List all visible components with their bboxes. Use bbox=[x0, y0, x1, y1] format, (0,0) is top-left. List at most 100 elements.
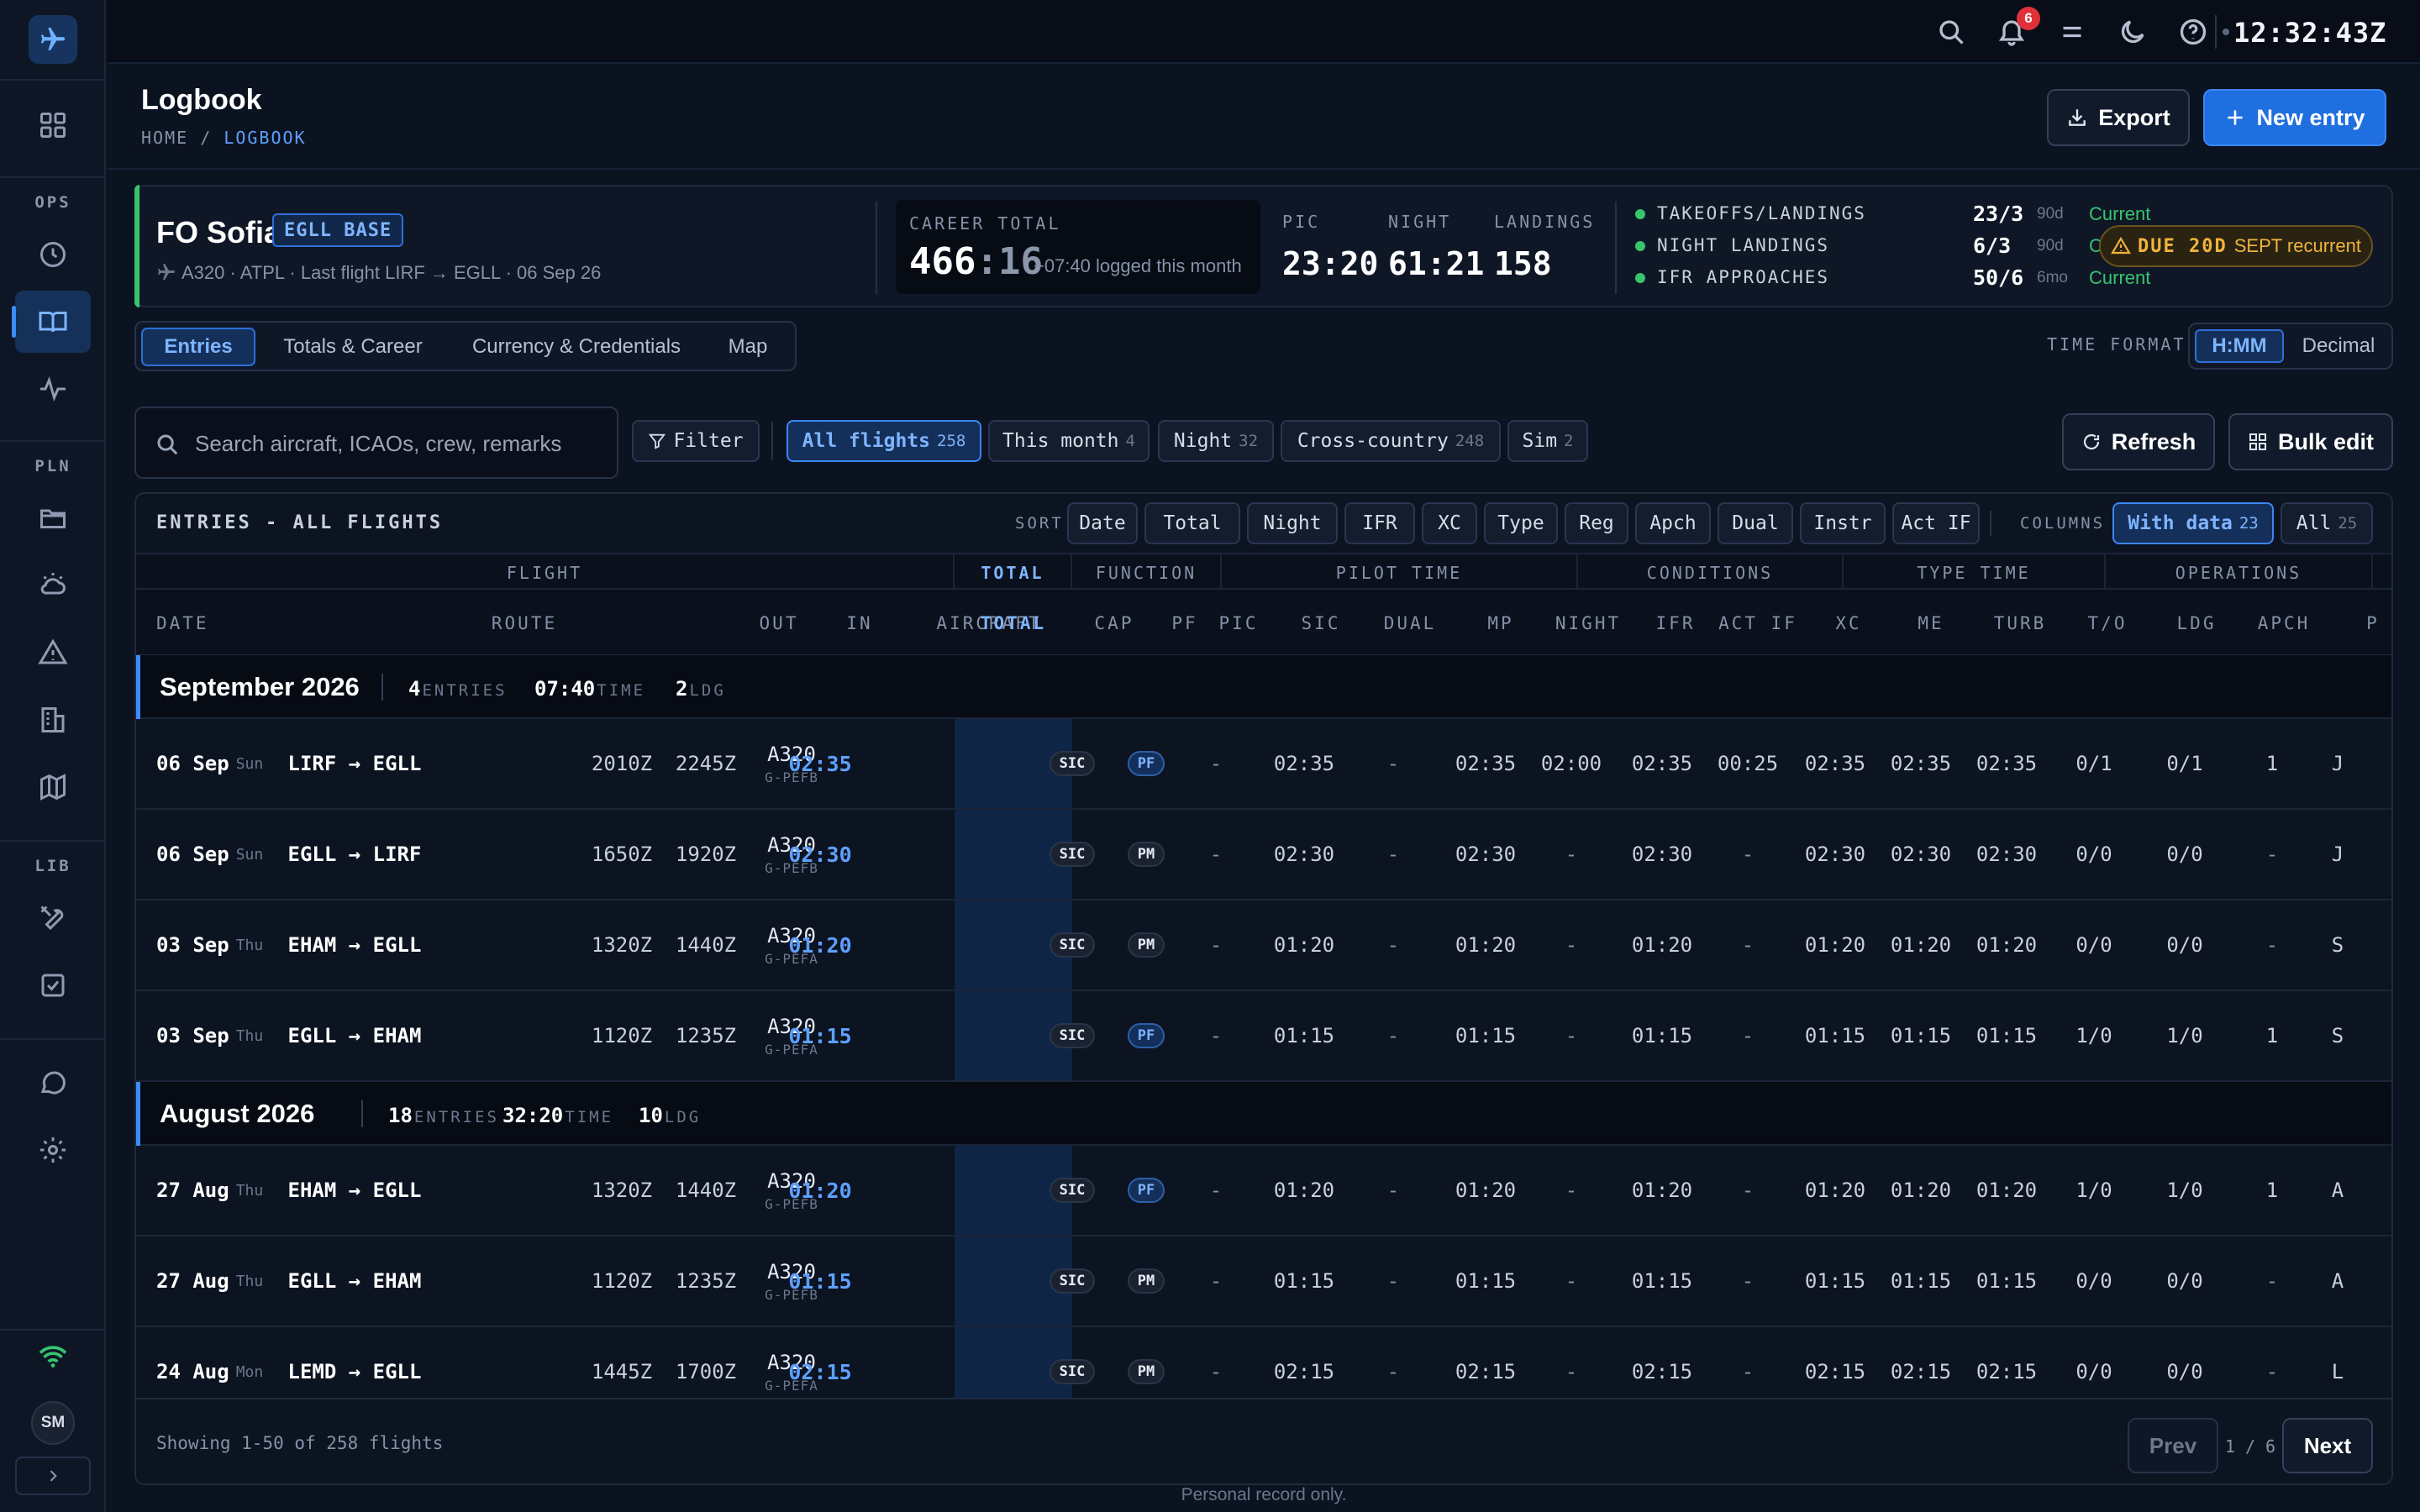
sidebar-activity-icon[interactable] bbox=[15, 358, 91, 420]
table-row[interactable]: 27 Aug Thu EHAM → EGLL 1320Z 1440Z A320 G-PEFB… bbox=[136, 1146, 2391, 1236]
month-divider bbox=[381, 674, 383, 701]
table-row[interactable]: 03 Sep Thu EGLL → EHAM 1120Z 1235Z A320 G-PEFA… bbox=[136, 991, 2391, 1082]
sort-type-button[interactable]: Type bbox=[1484, 502, 1558, 544]
currency-period: 90d bbox=[2037, 237, 2064, 255]
currency-period: 90d bbox=[2037, 205, 2064, 223]
search-icon[interactable] bbox=[1936, 17, 1966, 47]
sort-dual-button[interactable]: Dual bbox=[1718, 502, 1793, 544]
cell-p: S bbox=[2331, 933, 2344, 957]
table-row[interactable]: 03 Sep Thu EHAM → EGLL 1320Z 1440Z A320 G-PEFA… bbox=[136, 900, 2391, 991]
chip-night[interactable]: Night 32 bbox=[1158, 420, 1274, 462]
month-group-header[interactable]: August 2026 18 ENTRIES 32:20 TIME 10 LDG bbox=[136, 1082, 2391, 1146]
sidebar-tools-icon[interactable] bbox=[15, 887, 91, 949]
col-header-total[interactable]: TOTAL bbox=[955, 590, 1072, 657]
col-header-out[interactable]: OUT bbox=[741, 590, 817, 657]
recurrent-due-badge[interactable]: DUE 20D SEPT recurrent bbox=[2099, 225, 2373, 267]
columns-with-data[interactable]: With data 23 bbox=[2112, 502, 2274, 544]
month-group-header[interactable]: September 2026 4 ENTRIES 07:40 TIME 2 LDG bbox=[136, 655, 2391, 719]
sort-date-button[interactable]: Date bbox=[1067, 502, 1138, 544]
col-header-apch[interactable]: APCH bbox=[2232, 590, 2336, 657]
cell-route: EGLL → EHAM bbox=[287, 1024, 422, 1047]
month-ldg-label: LDG bbox=[664, 1108, 702, 1126]
refresh-button[interactable]: Refresh bbox=[2062, 413, 2215, 470]
time-format-decimal[interactable]: Decimal bbox=[2289, 329, 2388, 363]
bulk-edit-button[interactable]: Bulk edit bbox=[2228, 413, 2393, 470]
chip-this-month[interactable]: This month 4 bbox=[988, 420, 1150, 462]
next-page-button[interactable]: Next bbox=[2282, 1418, 2373, 1473]
app-logo-plane-icon[interactable] bbox=[29, 15, 77, 64]
breadcrumb-home[interactable]: HOME bbox=[141, 128, 188, 148]
tab-currency-credentials[interactable]: Currency & Credentials bbox=[450, 328, 702, 366]
currency-count: 50/6 bbox=[1973, 265, 2024, 290]
personal-record-note: Personal record only. bbox=[1181, 1485, 1347, 1504]
menu-lines-icon[interactable] bbox=[2057, 17, 2087, 47]
filter-button[interactable]: Filter bbox=[632, 420, 760, 462]
col-header-act-if[interactable]: ACT IF bbox=[1704, 590, 1812, 657]
currency-name: IFR APPROACHES bbox=[1657, 267, 1830, 287]
group-pilot-time: PILOT TIME bbox=[1222, 554, 1578, 591]
stat-value: 23:20 bbox=[1282, 245, 1379, 282]
sidebar-warning-icon[interactable] bbox=[15, 622, 91, 684]
sidebar-folder-icon[interactable] bbox=[15, 487, 91, 549]
export-button[interactable]: Export bbox=[2047, 89, 2190, 146]
user-avatar[interactable]: SM bbox=[31, 1401, 75, 1445]
due-text: SEPT recurrent bbox=[2233, 235, 2361, 256]
cell-total: 02:35 bbox=[788, 751, 852, 776]
profile-divider bbox=[876, 202, 877, 294]
sort-xc-button[interactable]: XC bbox=[1422, 502, 1477, 544]
moon-icon[interactable] bbox=[2118, 17, 2148, 47]
cell-pic: - bbox=[1209, 933, 1223, 957]
sort-ifr-button[interactable]: IFR bbox=[1344, 502, 1415, 544]
sidebar-clock-icon[interactable] bbox=[15, 223, 91, 286]
col-header-date[interactable]: DATE bbox=[156, 590, 282, 657]
help-icon[interactable] bbox=[2178, 17, 2208, 47]
sidebar-dashboard-icon[interactable] bbox=[15, 94, 91, 156]
new-entry-button[interactable]: New entry bbox=[2203, 89, 2386, 146]
col-header-in[interactable]: IN bbox=[822, 590, 897, 657]
column-header-row: DATE ROUTE OUT IN AIRCRAFT TOTAL CAP PF PIC SIC DU… bbox=[136, 590, 2391, 657]
sidebar-chat-icon[interactable] bbox=[15, 1052, 91, 1114]
time-format-hmm[interactable]: H:MM bbox=[2195, 329, 2284, 363]
sidebar-settings-icon[interactable] bbox=[15, 1119, 91, 1181]
chip-count: 258 bbox=[937, 432, 966, 450]
sidebar-building-icon[interactable] bbox=[15, 689, 91, 751]
table-row[interactable]: 06 Sep Sun EGLL → LIRF 1650Z 1920Z A320 G-PEFB… bbox=[136, 810, 2391, 900]
tab-entries[interactable]: Entries bbox=[141, 328, 255, 366]
warning-icon bbox=[2111, 236, 2131, 255]
currency-count: 23/3 bbox=[1973, 202, 2024, 226]
columns-all[interactable]: All 25 bbox=[2281, 502, 2373, 544]
sidebar-checklist-icon[interactable] bbox=[15, 954, 91, 1016]
cell-dual: - bbox=[1386, 1269, 1400, 1293]
career-total-label: CAREER TOTAL bbox=[909, 213, 1061, 234]
expand-sidebar-chevron-icon[interactable] bbox=[15, 1457, 91, 1495]
table-row[interactable]: 27 Aug Thu EGLL → EHAM 1120Z 1235Z A320 G-PEFB… bbox=[136, 1236, 2391, 1327]
page-indicator: 1 / 6 bbox=[2224, 1436, 2276, 1457]
sort-total-button[interactable]: Total bbox=[1144, 502, 1240, 544]
chip-all-flights[interactable]: All flights 258 bbox=[786, 420, 981, 462]
sidebar-logbook-icon[interactable] bbox=[12, 291, 91, 353]
col-header-p[interactable]: P bbox=[2354, 590, 2391, 657]
table-row[interactable]: 06 Sep Sun LIRF → EGLL 2010Z 2245Z A320 G-PEFB… bbox=[136, 719, 2391, 810]
sort-reg-button[interactable]: Reg bbox=[1565, 502, 1628, 544]
cap-badge: SIC bbox=[1049, 751, 1096, 776]
sidebar-section-pln: PLN bbox=[34, 457, 71, 475]
prev-page-button[interactable]: Prev bbox=[2128, 1418, 2218, 1473]
col-header-route[interactable]: ROUTE bbox=[450, 590, 598, 657]
sort-act-if-button[interactable]: Act IF bbox=[1892, 502, 1980, 544]
sidebar-weather-icon[interactable] bbox=[15, 554, 91, 617]
tab-map[interactable]: Map bbox=[708, 328, 788, 366]
search-input[interactable] bbox=[195, 427, 598, 460]
cap-badge: SIC bbox=[1049, 1178, 1096, 1203]
currency-row: TAKEOFFS/LANDINGS 23/3 90d Current bbox=[1635, 202, 2150, 227]
col-header-dual[interactable]: DUAL bbox=[1358, 590, 1462, 657]
chip-sim[interactable]: Sim 2 bbox=[1507, 420, 1588, 462]
flight-dow: Thu bbox=[235, 936, 264, 954]
sort-night-button[interactable]: Night bbox=[1247, 502, 1338, 544]
sort-instr-button[interactable]: Instr bbox=[1800, 502, 1886, 544]
flight-dow: Sun bbox=[235, 845, 264, 864]
sort-apch-button[interactable]: Apch bbox=[1635, 502, 1711, 544]
sidebar-map-icon[interactable] bbox=[15, 756, 91, 818]
search-icon bbox=[157, 434, 178, 455]
chip-cross-country[interactable]: Cross-country 248 bbox=[1281, 420, 1501, 462]
tab-totals-career[interactable]: Totals & Career bbox=[260, 328, 445, 366]
